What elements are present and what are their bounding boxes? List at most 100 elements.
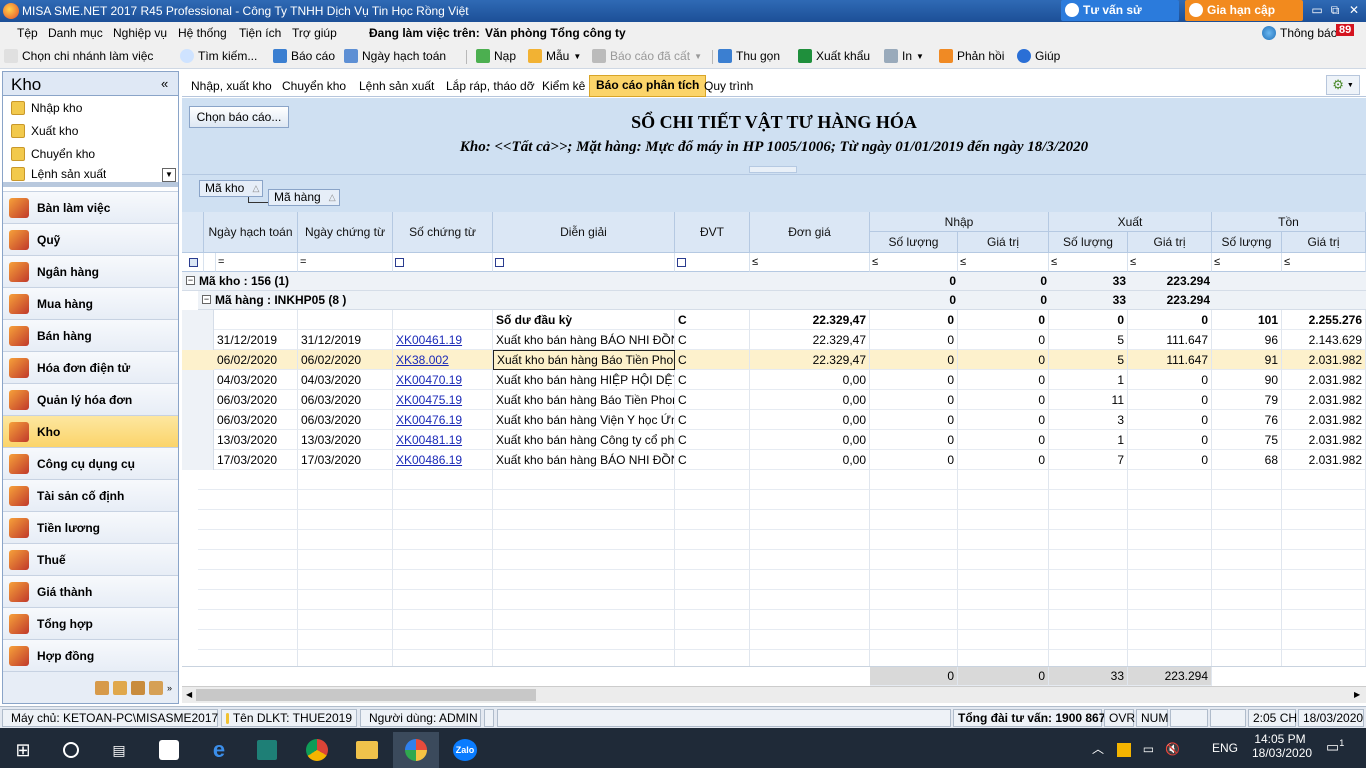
renew-button[interactable]: Gia hạn cập nhật — [1185, 0, 1303, 37]
module-desk[interactable]: Bàn làm việc — [3, 191, 178, 223]
menu-system[interactable]: Hệ thống — [178, 26, 227, 40]
menu-operations[interactable]: Nghiệp vụ — [113, 26, 167, 40]
module-contract[interactable]: Hợp đồng — [3, 639, 178, 671]
minimize-button[interactable]: ▭ — [1308, 2, 1326, 19]
tab-import-export[interactable]: Nhập, xuất kho — [185, 77, 278, 97]
group-row-warehouse[interactable]: − Mã kho : 156 (1) 0 0 33 223.294 — [182, 272, 1366, 291]
volume-muted-icon[interactable]: 🔇 — [1165, 742, 1180, 756]
sidebar-scroll-button[interactable]: ▼ — [162, 168, 176, 182]
menu-file[interactable]: Tệp — [17, 26, 38, 40]
choose-branch-button[interactable]: Chọn chi nhánh làm việc — [4, 49, 153, 63]
filter-balance-value[interactable]: ≤ — [1282, 253, 1366, 272]
table-row[interactable]: 06/03/2020 06/03/2020 XK00476.19 Xuất kho b… — [182, 410, 1366, 430]
table-row[interactable]: 04/03/2020 04/03/2020 XK00470.19 Xuất kho b… — [182, 370, 1366, 390]
sidebar-link-import[interactable]: Nhập kho — [11, 97, 82, 119]
horizontal-scrollbar[interactable]: ◀ ▶ — [182, 686, 1366, 703]
choose-report-button[interactable]: Chọn báo cáo... — [189, 106, 289, 128]
module-assets[interactable]: Tài sản cố định — [3, 479, 178, 511]
notice-button[interactable]: Thông báo — [1262, 26, 1337, 40]
filter-unit-price[interactable]: ≤ — [750, 253, 870, 272]
search-button[interactable]: Tìm kiếm... — [180, 49, 257, 63]
group-row-item[interactable]: − Mã hàng : INKHP05 (8 ) 0 0 33 223.294 — [198, 291, 1366, 310]
module-purchase[interactable]: Mua hàng — [3, 287, 178, 319]
module-summary[interactable]: Tổng hợp — [3, 607, 178, 639]
module-tools[interactable]: Công cụ dụng cụ — [3, 447, 178, 479]
filter-unit[interactable] — [675, 253, 750, 272]
col-header-import-qty[interactable]: Số lượng — [870, 232, 958, 253]
col-header-unit[interactable]: ĐVT — [675, 212, 750, 253]
advice-button[interactable]: Tư vấn sử dụng — [1061, 0, 1179, 37]
module-payroll[interactable]: Tiền lương — [3, 511, 178, 543]
mini-module-icon[interactable] — [130, 680, 145, 695]
col-header-posting-date[interactable]: Ngày hạch toán — [204, 212, 298, 253]
feedback-button[interactable]: Phản hồi — [939, 49, 1004, 63]
saved-reports-button[interactable]: Báo cáo đã cất ▼ — [592, 49, 702, 63]
close-button[interactable]: ✕ — [1345, 2, 1363, 19]
chevron-up-icon[interactable]: ︿ — [1092, 742, 1104, 756]
tab-stocktake[interactable]: Kiểm kê — [536, 77, 591, 97]
table-row[interactable]: 06/02/2020 06/02/2020 XK38.002 Xuất kho bán… — [182, 350, 1366, 370]
module-sales[interactable]: Bán hàng — [3, 319, 178, 351]
tab-assembly[interactable]: Lắp ráp, tháo dỡ — [440, 77, 541, 97]
collapse-group-icon[interactable]: − — [202, 295, 211, 304]
filter-export-qty[interactable]: ≤ — [1049, 253, 1128, 272]
chrome-button[interactable] — [294, 732, 340, 768]
table-row[interactable]: Số dư đầu kỳ C 22.329,47 0 0 0 0 101 2.255.276 — [182, 310, 1366, 330]
cell-voucher-no[interactable]: XK00461.19 — [393, 330, 493, 350]
module-bank[interactable]: Ngân hàng — [3, 255, 178, 287]
filter-toggle-icon[interactable] — [182, 253, 204, 272]
collapse-header-handle[interactable] — [749, 166, 797, 173]
export-button[interactable]: Xuất khẩu — [798, 49, 870, 63]
filter-posting-date-value[interactable]: = — [216, 253, 298, 272]
filter-description[interactable] — [493, 253, 675, 272]
col-header-description[interactable]: Diễn giải — [493, 212, 675, 253]
store-button[interactable] — [146, 732, 192, 768]
sidebar-link-export[interactable]: Xuất kho — [11, 120, 78, 142]
language-indicator[interactable]: ENG — [1212, 741, 1238, 755]
tab-process[interactable]: Quy trình — [698, 77, 759, 97]
help-button[interactable]: Giúp — [1017, 49, 1060, 63]
table-row[interactable]: 31/12/2019 31/12/2019 XK00461.19 Xuất kho b… — [182, 330, 1366, 350]
table-row[interactable]: 13/03/2020 13/03/2020 XK00481.19 Xuất kho b… — [182, 430, 1366, 450]
filter-posting-date-op[interactable] — [204, 253, 216, 272]
filter-voucher-no[interactable] — [393, 253, 493, 272]
collapse-group-icon[interactable]: − — [186, 276, 195, 285]
tab-transfer[interactable]: Chuyển kho — [276, 77, 352, 97]
chevron-down-icon[interactable]: » — [167, 683, 172, 693]
cell-voucher-no[interactable]: XK00481.19 — [393, 430, 493, 450]
app-button[interactable] — [244, 732, 290, 768]
search-taskbar-button[interactable] — [48, 732, 94, 768]
report-button[interactable]: Báo cáo — [273, 49, 335, 63]
clock[interactable]: 14:05 PM 18/03/2020 — [1252, 732, 1312, 760]
menu-utilities[interactable]: Tiện ích — [239, 26, 281, 40]
col-header-unit-price[interactable]: Đơn giá — [750, 212, 870, 253]
col-header-voucher-no[interactable]: Số chứng từ — [393, 212, 493, 253]
module-cash[interactable]: Quỹ — [3, 223, 178, 255]
misa-button[interactable] — [393, 732, 439, 768]
module-tax[interactable]: Thuế — [3, 543, 178, 575]
col-header-balance-value[interactable]: Giá trị — [1282, 232, 1366, 253]
mini-module-icon[interactable] — [94, 680, 109, 695]
cell-voucher-no[interactable]: XK00470.19 — [393, 370, 493, 390]
start-button[interactable]: ⊞ — [0, 732, 46, 768]
filter-voucher-date[interactable]: = — [298, 253, 393, 272]
cell-voucher-no[interactable]: XK00475.19 — [393, 390, 493, 410]
cell-voucher-no[interactable]: XK00476.19 — [393, 410, 493, 430]
module-warehouse[interactable]: Kho — [3, 415, 178, 447]
module-costing[interactable]: Giá thành — [3, 575, 178, 607]
cell-voucher-no[interactable]: XK38.002 — [393, 350, 493, 370]
filter-export-value[interactable]: ≤ — [1128, 253, 1212, 272]
scroll-right-icon[interactable]: ▶ — [1354, 690, 1360, 699]
notification-center[interactable]: ▭1 — [1326, 738, 1344, 756]
mini-module-icon[interactable] — [112, 680, 127, 695]
settings-button[interactable]: ⚙ ▼ — [1326, 75, 1360, 95]
filter-import-qty[interactable]: ≤ — [870, 253, 958, 272]
tab-analytics[interactable]: Báo cáo phân tích — [589, 75, 707, 97]
sidebar-link-transfer[interactable]: Chuyển kho — [11, 143, 95, 165]
posting-date-button[interactable]: Ngày hạch toán — [344, 49, 446, 63]
table-row[interactable]: 06/03/2020 06/03/2020 XK00475.19 Xuất kho b… — [182, 390, 1366, 410]
refresh-button[interactable]: Nạp — [476, 49, 516, 63]
module-invoice-mgmt[interactable]: Quản lý hóa đơn — [3, 383, 178, 415]
explorer-button[interactable] — [344, 732, 390, 768]
template-button[interactable]: Mẫu ▼ — [528, 49, 581, 63]
